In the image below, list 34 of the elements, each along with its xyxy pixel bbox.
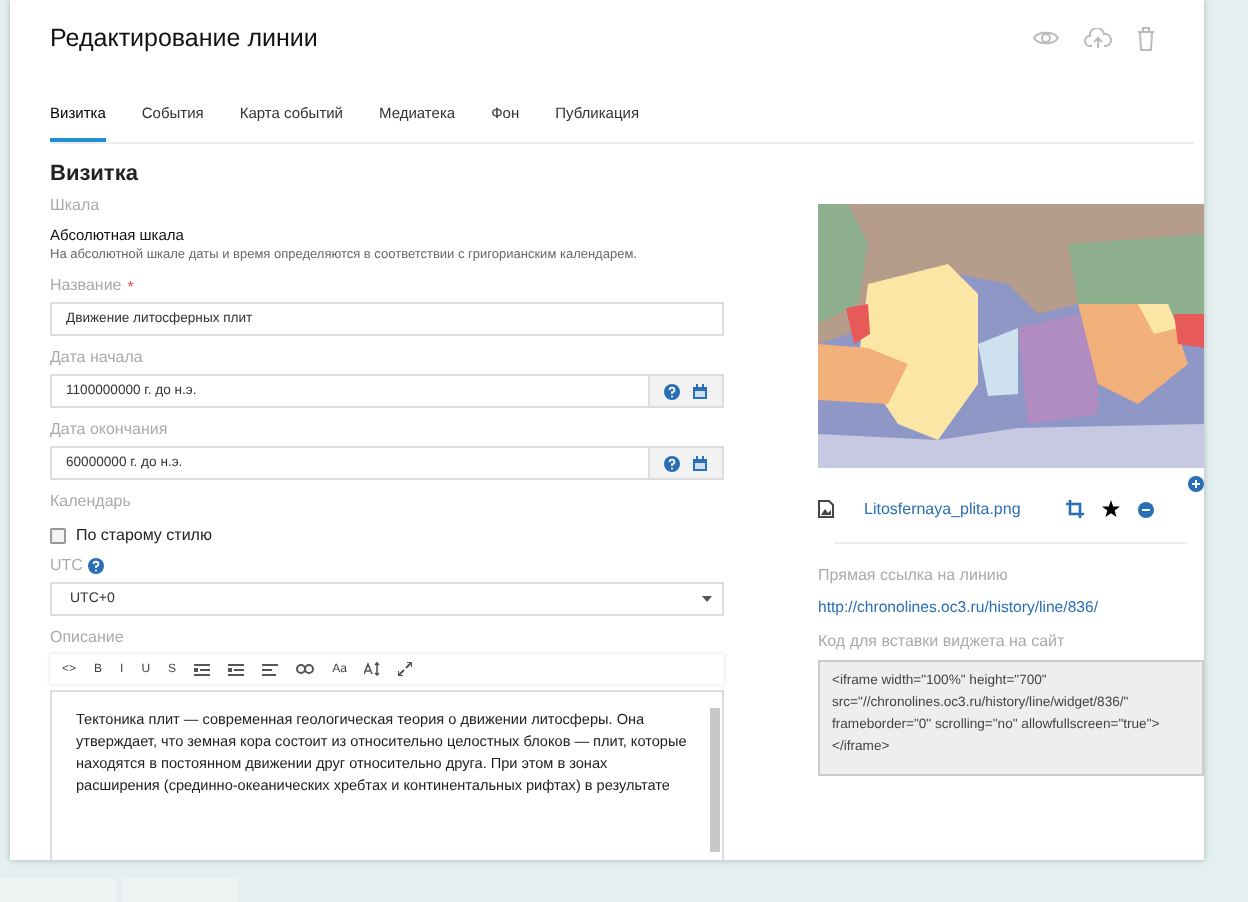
help-icon[interactable] [664,455,680,471]
field-label: Код для вставки виджета на сайт [818,630,1067,654]
align-icon[interactable] [262,663,279,675]
remove-icon[interactable] [1138,501,1155,517]
star-icon[interactable] [1102,500,1121,518]
field-label: Название [50,274,122,298]
field-label: Календарь [50,490,133,514]
field-label: Описание [50,626,126,650]
list-icon[interactable] [228,663,245,675]
checkbox[interactable] [50,527,66,543]
image-file-icon [818,500,834,518]
section-title: Визитка [50,162,140,186]
file-name-link[interactable]: Litosfernaya_plita.png [864,500,1021,518]
fullscreen-icon[interactable] [398,662,413,676]
help-icon[interactable] [664,383,680,399]
help-icon[interactable] [88,558,105,574]
calendar-icon[interactable] [692,455,708,471]
crop-icon[interactable] [1066,500,1085,518]
scrollbar[interactable] [710,708,720,852]
page-title: Редактирование линии [50,24,318,52]
text-height-icon[interactable] [364,662,381,676]
required-mark: * [127,277,134,295]
field-label: Дата окончания [50,418,170,442]
field-label: Дата начала [50,346,145,370]
field-label: Прямая ссылка на линию [818,564,1010,588]
caret-icon [702,595,712,603]
calendar-icon[interactable] [692,383,708,399]
add-icon[interactable] [1188,476,1204,492]
field-label: UTC [50,554,83,578]
list-icon[interactable] [194,663,211,675]
description-editor[interactable] [50,690,724,860]
checkbox-label: По старому стилю [76,526,212,544]
link-icon[interactable] [296,664,315,674]
field-label: Шкала [50,194,102,218]
